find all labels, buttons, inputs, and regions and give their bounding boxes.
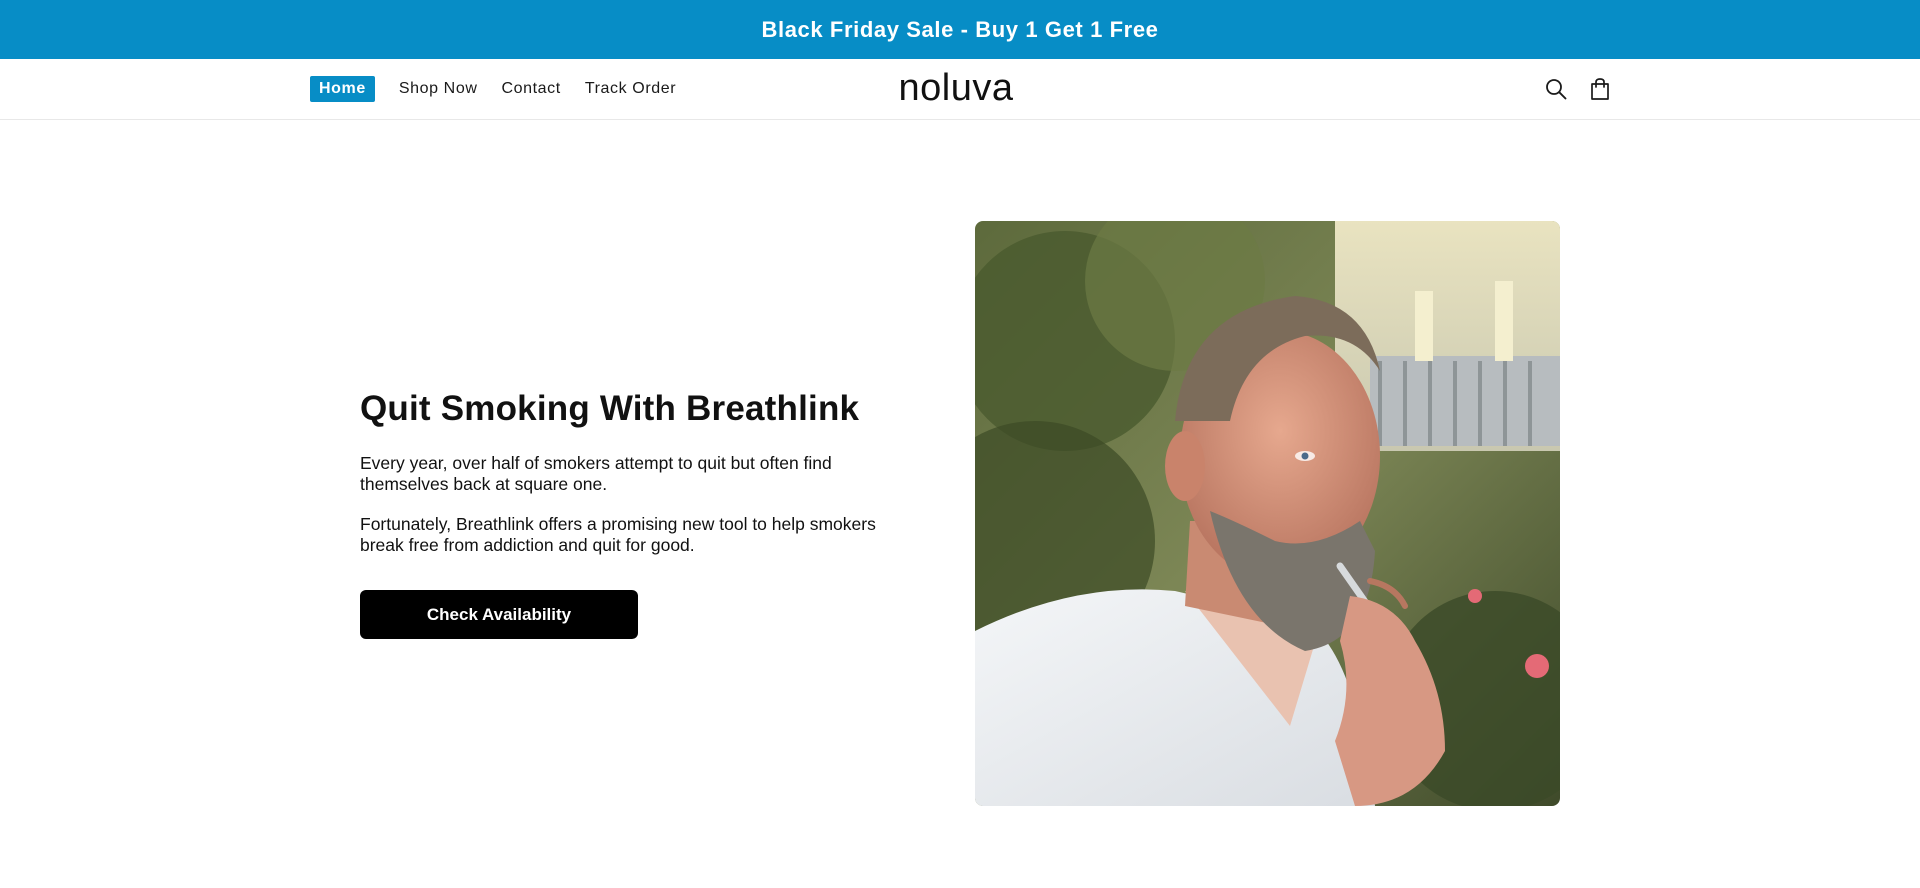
check-availability-button[interactable]: Check Availability bbox=[360, 590, 638, 639]
announcement-bar: Black Friday Sale - Buy 1 Get 1 Free bbox=[0, 0, 1920, 59]
hero-section: Quit Smoking With Breathlink Every year,… bbox=[0, 120, 1920, 888]
announcement-text: Black Friday Sale - Buy 1 Get 1 Free bbox=[761, 16, 1159, 42]
site-logo[interactable]: noluva bbox=[0, 67, 1912, 110]
cart-button[interactable] bbox=[1588, 77, 1612, 101]
search-icon bbox=[1546, 79, 1567, 100]
cart-icon bbox=[1591, 78, 1609, 100]
hero-paragraph: Fortunately, Breathlink offers a promisi… bbox=[360, 514, 876, 555]
hero-image bbox=[975, 221, 1560, 806]
hero-photo-illustration bbox=[975, 221, 1560, 806]
search-button[interactable] bbox=[1544, 77, 1568, 101]
hero-text: Quit Smoking With Breathlink Every year,… bbox=[360, 389, 920, 639]
header-icons bbox=[1544, 59, 1612, 119]
site-header: Home Shop Now Contact Track Order noluva bbox=[0, 59, 1920, 120]
hero-title: Quit Smoking With Breathlink bbox=[360, 389, 860, 428]
hero-paragraph: Every year, over half of smokers attempt… bbox=[360, 453, 832, 494]
